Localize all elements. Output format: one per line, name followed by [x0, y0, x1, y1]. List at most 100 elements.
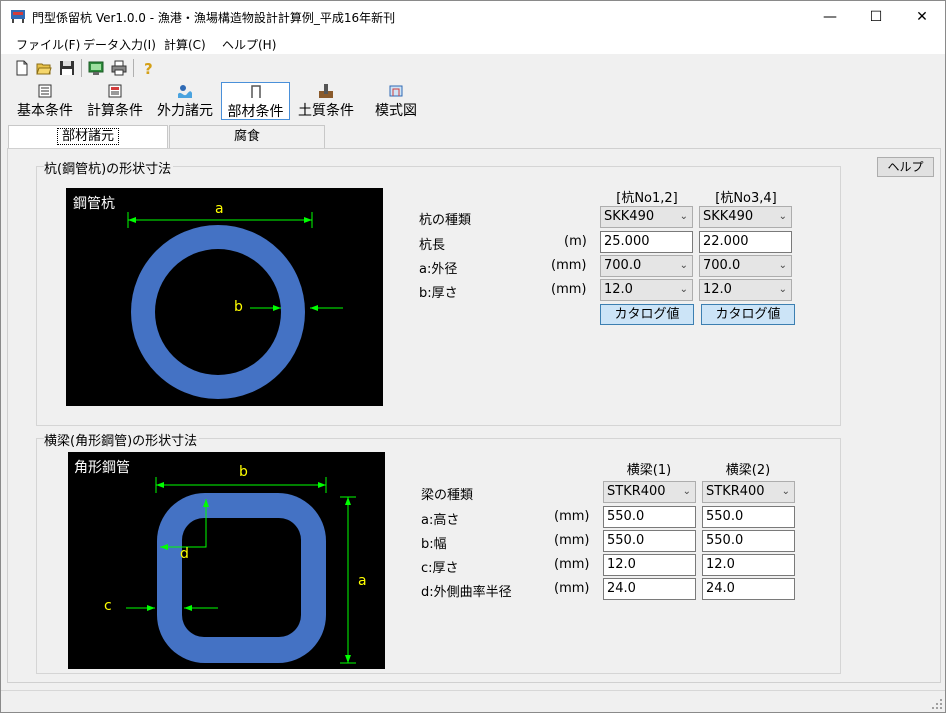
pile-length-label: 杭長: [419, 238, 446, 253]
pile-outer-diameter-value-2: 700.0: [703, 258, 741, 273]
external-force-icon: [178, 85, 192, 98]
maximize-button[interactable]: ☐: [853, 1, 899, 32]
pile-diagram: [66, 188, 383, 406]
schematic-label: 模式図: [375, 103, 417, 119]
member-conditions-button[interactable]: 部材条件: [221, 82, 290, 120]
pile-outer-diameter-label: a:外径: [419, 262, 458, 277]
pile-outer-diameter-select-2[interactable]: 700.0 ⌄: [699, 255, 792, 277]
beam-type-select-2[interactable]: STKR400 ⌄: [702, 481, 795, 503]
pile-length-input-1[interactable]: 25.000: [600, 231, 693, 253]
member-conditions-label: 部材条件: [227, 104, 284, 120]
beam-width-unit: (mm): [554, 533, 590, 548]
pile-length-input-2[interactable]: 22.000: [699, 231, 792, 253]
beam-header-2: 横梁(2): [725, 463, 771, 478]
calc-conditions-label: 計算条件: [87, 103, 143, 119]
beam-radius-input-2[interactable]: 24.0: [702, 578, 795, 600]
beam-radius-input-1[interactable]: 24.0: [603, 578, 696, 600]
external-force-button[interactable]: 外力諸元: [151, 82, 219, 120]
beam-type-label: 梁の種類: [421, 488, 474, 503]
pile-thickness-value-2: 12.0: [703, 282, 732, 297]
member-conditions-icon: [250, 85, 261, 98]
external-force-label: 外力諸元: [157, 103, 213, 119]
tab-member-specs[interactable]: 部材諸元: [8, 125, 168, 149]
catalog-button-1[interactable]: カタログ値: [600, 304, 694, 325]
beam-radius-unit: (mm): [554, 581, 590, 596]
pile-outer-diameter-select-1[interactable]: 700.0 ⌄: [600, 255, 693, 277]
pile-thickness-select-1[interactable]: 12.0 ⌄: [600, 279, 693, 301]
pile-header-1: [杭No1,2]: [616, 191, 678, 206]
maximize-icon: ☐: [869, 8, 883, 25]
pile-thickness-label: b:厚さ: [419, 286, 458, 301]
beam-width-input-1[interactable]: 550.0: [603, 530, 696, 552]
beam-dim-b-label: b: [239, 464, 248, 480]
soil-conditions-button[interactable]: 土質条件: [292, 82, 360, 120]
basic-conditions-icon: [38, 84, 52, 98]
menu-data-input[interactable]: データ入力(I): [83, 36, 156, 53]
catalog-button-2[interactable]: カタログ値: [701, 304, 795, 325]
minimize-icon: —: [823, 8, 837, 25]
beam-header-1: 横梁(1): [626, 463, 672, 478]
toolbar-separator: [81, 59, 82, 77]
section-toolbar: 基本条件 計算条件 外力諸元 部材条件 土質条件 模式図: [1, 81, 945, 121]
help-icon[interactable]: ?: [141, 60, 157, 76]
calculate-icon[interactable]: [88, 60, 104, 76]
close-icon: ✕: [916, 8, 928, 25]
close-button[interactable]: ✕: [899, 1, 945, 32]
pile-type-value-2: SKK490: [703, 209, 754, 224]
pile-outer-diameter-value-1: 700.0: [604, 258, 642, 273]
chevron-down-icon: ⌄: [781, 486, 790, 497]
beam-thickness-label: c:厚さ: [421, 561, 459, 576]
app-icon: [11, 10, 25, 23]
pile-thickness-value-1: 12.0: [604, 282, 633, 297]
minimize-button[interactable]: —: [807, 1, 853, 32]
beam-canvas-label: 角形鋼管: [74, 460, 130, 476]
menu-help[interactable]: ヘルプ(H): [222, 36, 276, 53]
beam-diagram: [68, 452, 385, 669]
beam-radius-label: d:外側曲率半径: [421, 585, 512, 600]
beam-group-title: 横梁(角形鋼管)の形状寸法: [44, 430, 200, 449]
chevron-down-icon: ⌄: [682, 486, 691, 497]
calc-conditions-button[interactable]: 計算条件: [81, 82, 149, 120]
svg-text:?: ?: [144, 60, 153, 76]
menu-file[interactable]: ファイル(F): [16, 36, 80, 53]
beam-type-select-1[interactable]: STKR400 ⌄: [603, 481, 696, 503]
menu-calculate[interactable]: 計算(C): [164, 36, 206, 53]
pile-type-label: 杭の種類: [419, 213, 472, 228]
beam-thickness-input-1[interactable]: 12.0: [603, 554, 696, 576]
pile-thickness-unit: (mm): [551, 282, 587, 297]
schematic-button[interactable]: 模式図: [362, 82, 430, 120]
help-button[interactable]: ヘルプ: [877, 157, 934, 177]
pile-thickness-select-2[interactable]: 12.0 ⌄: [699, 279, 792, 301]
basic-conditions-button[interactable]: 基本条件: [11, 82, 79, 120]
beam-dim-c-label: c: [104, 598, 112, 614]
resize-grip-icon[interactable]: [931, 698, 943, 710]
beam-width-input-2[interactable]: 550.0: [702, 530, 795, 552]
chevron-down-icon: ⌄: [778, 211, 787, 222]
app-window: 門型係留杭 Ver1.0.0 - 漁港・漁場構造物設計計算例_平成16年新刊 —…: [0, 0, 946, 713]
print-icon[interactable]: [111, 60, 127, 76]
standard-toolbar: ?: [1, 55, 945, 81]
tab-corrosion[interactable]: 腐食: [169, 125, 325, 149]
beam-height-unit: (mm): [554, 509, 590, 524]
pile-dim-a-label: a: [215, 201, 224, 217]
basic-conditions-label: 基本条件: [17, 103, 73, 119]
pile-group-title: 杭(鋼管杭)の形状寸法: [44, 158, 174, 177]
beam-height-input-2[interactable]: 550.0: [702, 506, 795, 528]
open-folder-icon[interactable]: [36, 60, 52, 76]
tab-corrosion-label: 腐食: [233, 129, 260, 144]
pile-type-value-1: SKK490: [604, 209, 655, 224]
beam-thickness-input-2[interactable]: 12.0: [702, 554, 795, 576]
chevron-down-icon: ⌄: [679, 211, 688, 222]
beam-height-input-1[interactable]: 550.0: [603, 506, 696, 528]
pile-type-select-1[interactable]: SKK490 ⌄: [600, 206, 693, 228]
pile-canvas-label: 鋼管杭: [73, 196, 115, 212]
chevron-down-icon: ⌄: [679, 284, 688, 295]
beam-type-value-2: STKR400: [706, 484, 765, 499]
save-icon[interactable]: [59, 60, 75, 76]
chevron-down-icon: ⌄: [679, 260, 688, 271]
chevron-down-icon: ⌄: [778, 260, 787, 271]
schematic-icon: [389, 85, 403, 97]
new-file-icon[interactable]: [14, 60, 30, 76]
beam-dim-d-label: d: [180, 546, 189, 562]
pile-type-select-2[interactable]: SKK490 ⌄: [699, 206, 792, 228]
